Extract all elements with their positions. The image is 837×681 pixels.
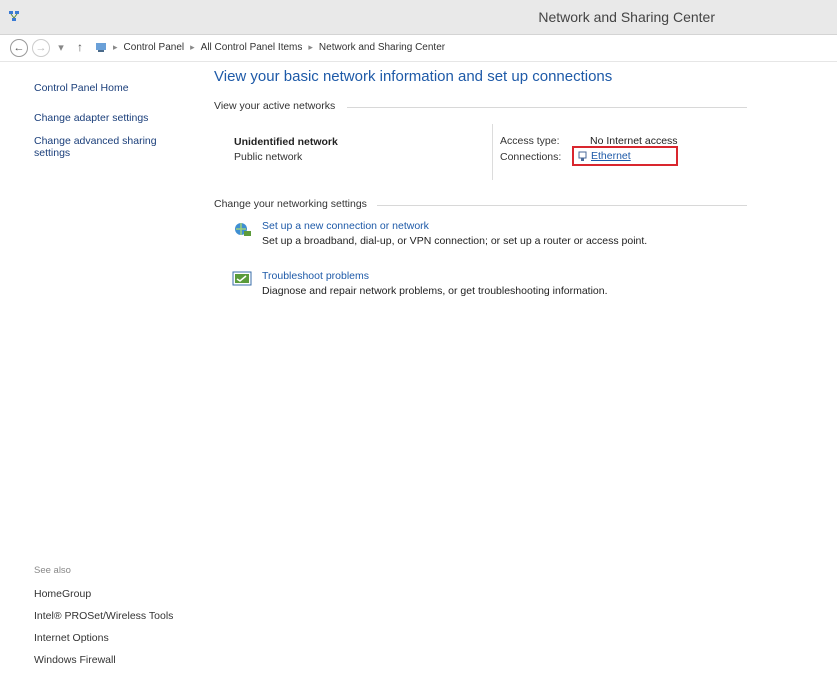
breadcrumb-separator-icon: ▸ [113, 41, 118, 52]
setup-connection-desc: Set up a broadband, dial-up, or VPN conn… [262, 235, 648, 247]
sidebar-change-adapter-settings[interactable]: Change adapter settings [34, 112, 148, 124]
see-also-windows-firewall[interactable]: Windows Firewall [34, 654, 116, 666]
breadcrumb-separator-icon: ▸ [190, 41, 195, 52]
see-also-homegroup[interactable]: HomeGroup [34, 588, 91, 600]
breadcrumb-all-items[interactable]: All Control Panel Items [201, 42, 303, 53]
new-connection-icon [235, 223, 251, 236]
setup-connection-link[interactable]: Set up a new connection or network [262, 220, 429, 232]
forward-button[interactable]: → [32, 39, 50, 57]
access-type-label: Access type: [500, 135, 560, 147]
change-settings-label: Change your networking settings [214, 198, 367, 210]
ethernet-connection-link[interactable]: Ethernet [572, 146, 678, 166]
breadcrumb-network-sharing[interactable]: Network and Sharing Center [319, 42, 445, 53]
up-arrow-icon[interactable]: ↑ [74, 39, 86, 55]
title-bar: Network and Sharing Center [0, 0, 837, 35]
main-content: View your basic network information and … [212, 62, 822, 672]
breadcrumb: ▸ Control Panel ▸ All Control Panel Item… [95, 41, 445, 53]
ethernet-icon [578, 151, 587, 161]
sidebar-change-advanced-sharing[interactable]: Change advanced sharing settings [34, 135, 184, 159]
sidebar: Control Panel Home Change adapter settin… [0, 62, 200, 681]
divider [347, 107, 747, 108]
divider [492, 124, 493, 180]
breadcrumb-control-panel[interactable]: Control Panel [124, 42, 185, 53]
network-name: Unidentified network [234, 136, 338, 148]
window-title: Network and Sharing Center [538, 9, 715, 25]
ethernet-link-label[interactable]: Ethernet [591, 150, 631, 162]
active-networks-label: View your active networks [214, 100, 336, 112]
see-also-heading: See also [34, 565, 71, 576]
troubleshoot-desc: Diagnose and repair network problems, or… [262, 285, 608, 297]
troubleshoot-link[interactable]: Troubleshoot problems [262, 270, 369, 282]
see-also-intel-proset[interactable]: Intel® PROSet/Wireless Tools [34, 610, 173, 622]
recent-locations-chevron-icon[interactable]: ▾ [56, 39, 66, 55]
page-title: View your basic network information and … [214, 68, 613, 85]
troubleshoot-icon [232, 271, 252, 286]
control-panel-icon [96, 43, 106, 52]
breadcrumb-separator-icon: ▸ [308, 41, 313, 52]
sidebar-control-panel-home[interactable]: Control Panel Home [34, 82, 129, 94]
network-type[interactable]: Public network [234, 151, 302, 163]
address-bar: ← → ▾ ↑ ▸ Control Panel ▸ All Control Pa… [0, 35, 837, 62]
back-button[interactable]: ← [10, 39, 28, 57]
connections-label: Connections: [500, 151, 562, 163]
see-also-internet-options[interactable]: Internet Options [34, 632, 109, 644]
divider [377, 205, 747, 206]
